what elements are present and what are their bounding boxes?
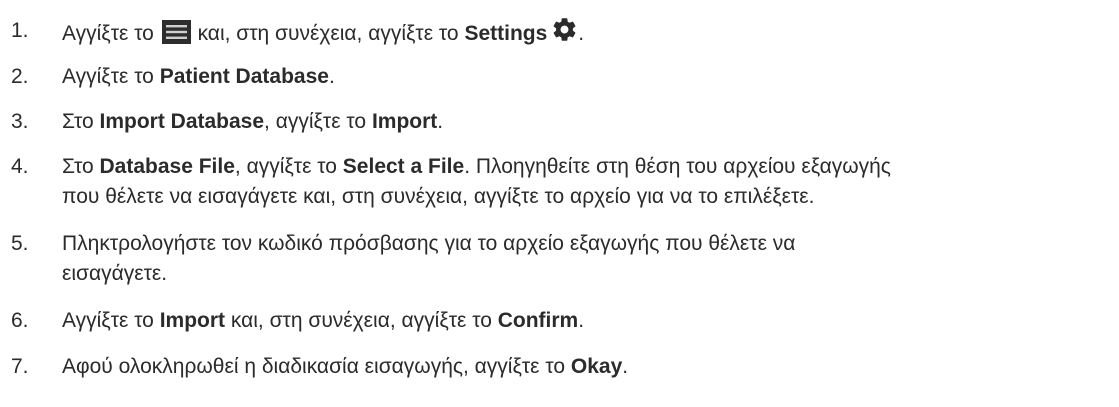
settings-label: Settings bbox=[464, 22, 548, 45]
step-text-after: . Πλοηγηθείτε στη θέση του αρχείου εξαγω… bbox=[464, 155, 891, 178]
step-text-before: Αγγίξτε το bbox=[62, 309, 160, 332]
step-text-middle: και, στη συνέχεια, αγγίξτε το bbox=[225, 309, 498, 332]
step-text-after: . bbox=[622, 355, 629, 378]
step-text: Στο Import Database, αγγίξτε το Import. bbox=[62, 107, 1119, 137]
step-number: 6. bbox=[11, 309, 29, 332]
step-text-middle: και, στη συνέχεια, αγγίξτε το bbox=[197, 22, 459, 45]
step-text-after: . bbox=[578, 22, 585, 45]
menu-icon bbox=[161, 20, 191, 44]
step-text-middle: , αγγίξτε το bbox=[264, 110, 372, 133]
step-text-line-1: Πληκτρολογήστε τον κωδικό πρόσβασης για … bbox=[62, 232, 796, 255]
step-text-line-2: που θέλετε να εισαγάγετε και, στη συνέχε… bbox=[62, 185, 815, 208]
step-number: 7. bbox=[11, 355, 29, 378]
okay-label: Okay bbox=[570, 355, 623, 378]
step-text: Αφού ολοκληρωθεί η διαδικασία εισαγωγής,… bbox=[62, 352, 1119, 382]
step-text-before: Στο bbox=[62, 155, 100, 178]
step-text-line-2: εισαγάγετε. bbox=[62, 262, 168, 285]
step-text: Στο Database File, αγγίξτε το Select a F… bbox=[62, 152, 1119, 212]
import-label: Import bbox=[159, 309, 226, 332]
patient-database-label: Patient Database bbox=[159, 65, 329, 88]
step-text-middle: , αγγίξτε το bbox=[234, 155, 343, 178]
step-text: Αγγίξτε το Import και, στη συνέχεια, αγγ… bbox=[62, 306, 1119, 336]
step-text-before: Αγγίξτε το bbox=[62, 65, 160, 88]
gear-icon bbox=[553, 18, 576, 41]
step-number: 5. bbox=[11, 232, 29, 255]
step-text: Πληκτρολογήστε τον κωδικό πρόσβασης για … bbox=[62, 229, 1119, 289]
import-label: Import bbox=[371, 110, 438, 133]
step-text: Αγγίξτε το Patient Database. bbox=[62, 62, 1119, 92]
step-number: 3. bbox=[11, 110, 29, 133]
step-text-before: Αγγίξτε το bbox=[62, 22, 154, 45]
step-number: 4. bbox=[11, 155, 29, 178]
step-text-before: Στο bbox=[62, 110, 100, 133]
step-number: 1. bbox=[11, 19, 29, 42]
database-file-label: Database File bbox=[99, 155, 235, 178]
select-a-file-label: Select a File bbox=[342, 155, 465, 178]
step-number: 2. bbox=[11, 65, 29, 88]
step-text-after: . bbox=[437, 110, 444, 133]
step-text-after: . bbox=[578, 309, 585, 332]
step-text-after: . bbox=[328, 65, 335, 88]
step-text: Αγγίξτε το και, στη συνέχεια, αγγίξτε το… bbox=[62, 16, 1119, 49]
import-database-label: Import Database bbox=[99, 110, 265, 133]
step-text-before: Αφού ολοκληρωθεί η διαδικασία εισαγωγής,… bbox=[62, 355, 571, 378]
confirm-label: Confirm bbox=[497, 309, 579, 332]
